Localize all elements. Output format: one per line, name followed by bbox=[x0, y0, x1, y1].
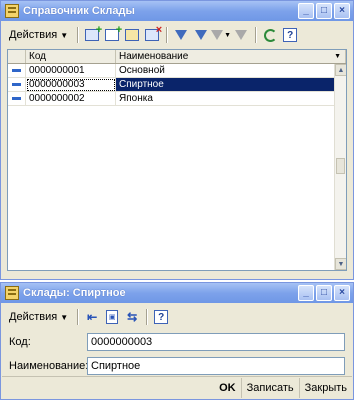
maximize-button[interactable]: □ bbox=[316, 285, 332, 301]
structure-icon[interactable]: ▣ bbox=[103, 308, 121, 326]
name-label: Наименование: bbox=[9, 360, 89, 372]
name-row: Наименование: Спиртное bbox=[9, 356, 345, 376]
catalog-item-icon bbox=[5, 286, 19, 300]
actions-menu[interactable]: Действия ▼ bbox=[5, 25, 72, 45]
catalog-icon bbox=[5, 4, 19, 18]
toolbar-divider bbox=[166, 27, 168, 43]
table-header: Код Наименование ▼ bbox=[8, 50, 346, 64]
toolbar-divider bbox=[77, 309, 79, 325]
column-header-code[interactable]: Код bbox=[26, 50, 116, 63]
add-copy-icon[interactable] bbox=[103, 24, 122, 44]
table-row[interactable]: 0000000003 Спиртное bbox=[8, 78, 346, 92]
item-icon bbox=[12, 97, 21, 100]
actions-label: Действия bbox=[9, 311, 58, 323]
list-window-title: Справочник Склады bbox=[23, 5, 135, 17]
minimize-button[interactable]: _ bbox=[298, 285, 314, 301]
toolbar-divider bbox=[255, 27, 257, 43]
chevron-down-icon: ▼ bbox=[60, 312, 69, 322]
save-button[interactable]: Записать bbox=[240, 377, 299, 398]
form-footer: OK Записать Закрыть bbox=[2, 376, 352, 398]
code-row: Код: 0000000003 bbox=[9, 332, 345, 352]
column-header-name[interactable]: Наименование ▼ bbox=[116, 50, 346, 63]
list-toolbar: Действия ▼ ▼ ? bbox=[5, 24, 349, 46]
vertical-scrollbar[interactable]: ▲ ▼ bbox=[334, 64, 346, 270]
scroll-thumb[interactable] bbox=[336, 158, 345, 174]
help-icon[interactable]: ? bbox=[152, 308, 170, 326]
list-window-titlebar[interactable]: Справочник Склады _ □ × bbox=[1, 1, 353, 21]
row-marker bbox=[8, 78, 26, 92]
refresh-icon[interactable] bbox=[261, 26, 279, 44]
table-row[interactable]: 0000000002 Японка bbox=[8, 92, 346, 106]
item-window-titlebar[interactable]: Склады: Спиртное _ □ × bbox=[1, 283, 353, 303]
toolbar-divider bbox=[77, 27, 79, 43]
item-window: Склады: Спиртное _ □ × Действия ▼ ⇤ ▣ ⇆ … bbox=[0, 282, 354, 400]
cell-code: 0000000002 bbox=[26, 92, 116, 106]
code-label: Код: bbox=[9, 336, 31, 348]
move-icon[interactable]: ⇆ bbox=[123, 308, 141, 326]
name-field[interactable]: Спиртное bbox=[87, 357, 345, 375]
cell-name: Японка bbox=[116, 92, 346, 106]
help-icon[interactable]: ? bbox=[281, 26, 299, 44]
item-icon bbox=[12, 69, 21, 72]
close-button[interactable]: × bbox=[334, 285, 350, 301]
maximize-button[interactable]: □ bbox=[316, 3, 332, 19]
cell-code: 0000000003 bbox=[26, 78, 116, 92]
toolbar-divider bbox=[146, 309, 148, 325]
actions-menu[interactable]: Действия ▼ bbox=[5, 307, 72, 327]
filter-history-icon[interactable]: ▼ bbox=[211, 26, 231, 44]
row-marker bbox=[8, 92, 26, 106]
item-window-title: Склады: Спиртное bbox=[23, 287, 126, 299]
delete-icon[interactable] bbox=[143, 24, 162, 44]
filter-by-value-icon[interactable] bbox=[192, 26, 210, 44]
item-toolbar: Действия ▼ ⇤ ▣ ⇆ ? bbox=[5, 306, 349, 328]
actions-label: Действия bbox=[9, 29, 58, 41]
catalog-table: Код Наименование ▼ 0000000001 Основной 0… bbox=[7, 49, 347, 271]
clear-filter-icon[interactable] bbox=[232, 26, 250, 44]
close-button[interactable]: × bbox=[334, 3, 350, 19]
close-form-button[interactable]: Закрыть bbox=[298, 377, 352, 398]
go-to-list-icon[interactable]: ⇤ bbox=[83, 308, 101, 326]
scroll-up-icon[interactable]: ▲ bbox=[335, 64, 346, 76]
cell-code: 0000000001 bbox=[26, 64, 116, 78]
cell-name: Спиртное bbox=[116, 78, 346, 92]
edit-icon[interactable] bbox=[123, 26, 141, 44]
scroll-down-icon[interactable]: ▼ bbox=[335, 258, 346, 270]
table-row[interactable]: 0000000001 Основной bbox=[8, 64, 346, 78]
row-marker bbox=[8, 64, 26, 78]
list-window: Справочник Склады _ □ × Действия ▼ ▼ ? К… bbox=[0, 0, 354, 280]
cell-name: Основной bbox=[116, 64, 346, 78]
column-header-name-label: Наименование bbox=[119, 51, 189, 62]
header-marker-column bbox=[8, 50, 26, 63]
sort-down-icon: ▼ bbox=[334, 53, 341, 60]
code-field[interactable]: 0000000003 bbox=[87, 333, 345, 351]
item-icon bbox=[12, 83, 21, 86]
filter-icon[interactable] bbox=[172, 26, 190, 44]
minimize-button[interactable]: _ bbox=[298, 3, 314, 19]
chevron-down-icon: ▼ bbox=[60, 30, 69, 40]
add-icon[interactable] bbox=[83, 24, 102, 44]
ok-button[interactable]: OK bbox=[214, 378, 241, 398]
